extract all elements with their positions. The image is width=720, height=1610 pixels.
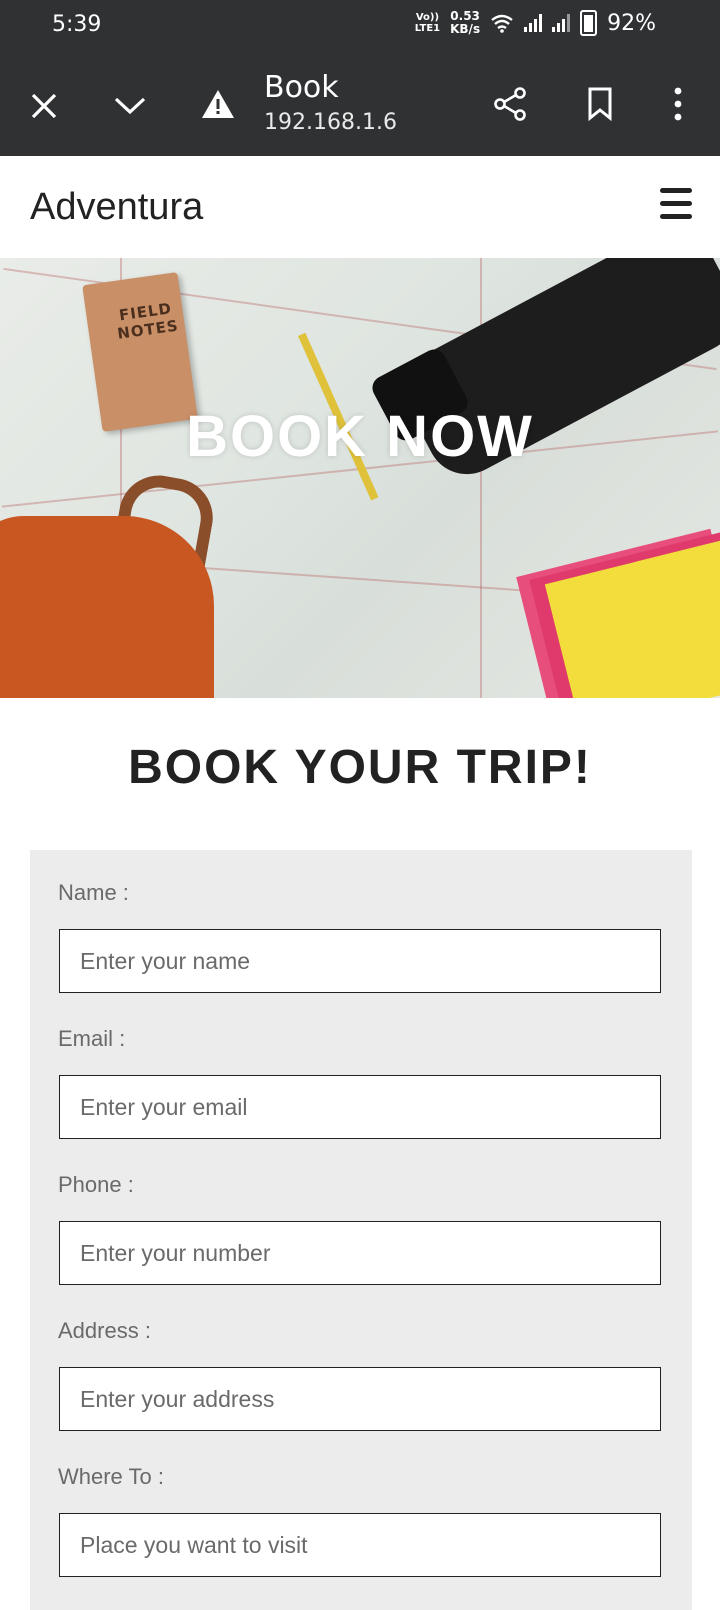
network-speed: 0.53 KB/s	[450, 10, 480, 36]
lte-label: LTE1	[414, 23, 441, 34]
map-booklets-image	[544, 536, 720, 698]
wifi-icon	[491, 14, 513, 33]
menu-icon[interactable]	[660, 188, 692, 227]
chevron-down-icon[interactable]	[110, 86, 150, 126]
speed-unit: KB/s	[450, 22, 481, 36]
phone-label: Phone :	[58, 1172, 134, 1197]
status-bar: 5:39 Vo)) LTE1 0.53 KB/s 92%	[0, 0, 720, 52]
address-label: Address :	[58, 1318, 151, 1343]
close-icon[interactable]	[24, 86, 64, 126]
signal-icon-2	[552, 14, 571, 32]
warning-icon[interactable]	[196, 82, 240, 126]
battery-icon	[580, 10, 598, 36]
bookmark-icon[interactable]	[578, 82, 622, 126]
notebook-label: FIELD NOTES	[116, 299, 180, 343]
more-vert-icon[interactable]	[660, 82, 696, 126]
network-type-indicator: Vo)) LTE1	[415, 12, 440, 34]
backpack-image	[0, 516, 214, 698]
status-icons: Vo)) LTE1 0.53 KB/s 92%	[415, 10, 656, 36]
email-label: Email :	[58, 1026, 126, 1051]
where-to-input[interactable]	[59, 1513, 661, 1577]
section-heading: BOOK YOUR TRIP!	[128, 741, 592, 794]
site-navbar: Adventura	[0, 156, 720, 259]
name-label: Name :	[58, 880, 129, 905]
page-url[interactable]: 192.168.1.6	[264, 110, 397, 135]
browser-toolbar: Book 192.168.1.6	[0, 52, 720, 156]
hero-banner: FIELD NOTES BOOK NOW	[0, 258, 720, 698]
where-to-label: Where To :	[58, 1464, 164, 1489]
brand-logo[interactable]: Adventura	[30, 186, 203, 229]
share-icon[interactable]	[488, 82, 532, 126]
address-input[interactable]	[59, 1367, 661, 1431]
phone-input[interactable]	[59, 1221, 661, 1285]
hero-title: BOOK NOW	[186, 404, 534, 469]
page-title: Book	[264, 70, 339, 105]
status-time: 5:39	[52, 12, 102, 37]
name-input[interactable]	[59, 929, 661, 993]
signal-icon	[524, 14, 543, 32]
battery-percentage: 92%	[607, 10, 656, 36]
volte-label: Vo))	[415, 12, 440, 23]
email-input[interactable]	[59, 1075, 661, 1139]
